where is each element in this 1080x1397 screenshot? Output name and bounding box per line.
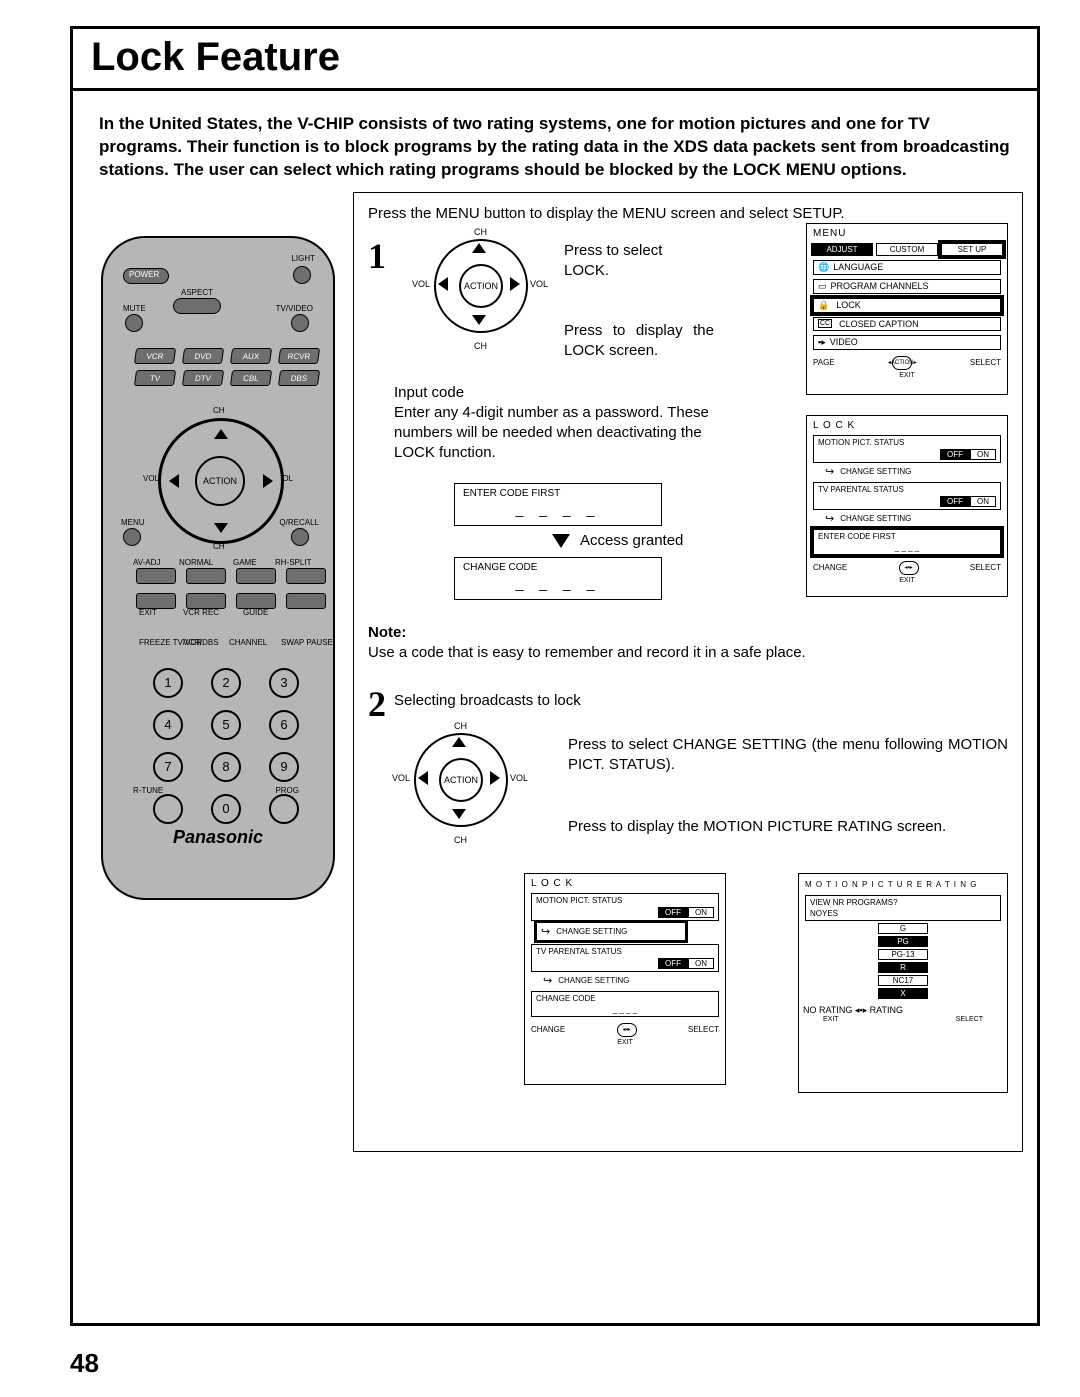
remote-illustration: POWER LIGHT ASPECT MUTE TV/VIDEO VCRDVDA… — [101, 236, 335, 900]
tvvideo-label: TV/VIDEO — [276, 304, 313, 313]
source-row-1: VCRDVDAUXRCVR — [135, 348, 319, 364]
fn-game: GAME — [233, 558, 257, 567]
access-granted: Access granted — [580, 532, 683, 549]
input-code-header: Input code — [394, 383, 464, 403]
fn-vcrdbs: VCR/DBS — [183, 638, 219, 647]
aspect-label: ASPECT — [181, 288, 213, 297]
step-2-number: 2 — [368, 683, 386, 725]
power-label: POWER — [129, 270, 159, 279]
mute-label: MUTE — [123, 304, 146, 313]
step2-text-a: Press to select CHANGE SETTING (the menu… — [568, 735, 1008, 776]
fn-exit: EXIT — [139, 608, 157, 617]
fn-grid — [136, 568, 326, 611]
note-label: Note: — [368, 624, 406, 641]
osd-item-video: ▪▸VIDEO — [813, 335, 1001, 350]
fn-guide: GUIDE — [243, 608, 268, 617]
osd-item-lock: LOCK — [813, 298, 1001, 313]
mute-button — [125, 314, 143, 332]
enter-code-box: ENTER CODE FIRST _ _ _ _ — [454, 483, 662, 526]
osd-item-language: 🌐LANGUAGE — [813, 260, 1001, 275]
fn-avadj: AV-ADJ — [133, 558, 160, 567]
light-label: LIGHT — [291, 254, 315, 263]
rtune-label: R-TUNE — [133, 786, 163, 795]
nav-ch-top: CH — [213, 406, 225, 415]
dpad-illustration-2: CH VOL VOL CH ACTION — [394, 723, 524, 843]
step2-line: Selecting broadcasts to lock — [394, 691, 581, 711]
osd-rating: M O T I O N P I C T U R E R A T I N G VI… — [798, 873, 1008, 1093]
fn-channel: CHANNEL — [229, 638, 267, 647]
fn-normal: NORMAL — [179, 558, 213, 567]
tvvideo-button — [291, 314, 309, 332]
source-row-2: TVDTVCBLDBS — [135, 370, 319, 386]
panel-top-line: Press the MENU button to display the MEN… — [368, 205, 1008, 222]
step1-text-b: Press to display the LOCK screen. — [564, 321, 714, 362]
step-1-number: 1 — [368, 235, 386, 277]
nav-vol-left: VOL — [143, 474, 159, 483]
light-button — [293, 266, 311, 284]
page-number: 48 — [70, 1348, 99, 1379]
osd-lock-2: L O C K MOTION PICT. STATUS OFFON ↪CHANG… — [524, 873, 726, 1085]
step1-text-a: Press to select LOCK. — [564, 241, 704, 282]
osd-item-program: ▭PROGRAM CHANNELS — [813, 279, 1001, 294]
note-body: Use a code that is easy to remember and … — [368, 644, 806, 661]
menu-button — [123, 528, 141, 546]
osd-item-cc: CLOSED CAPTION — [813, 317, 1001, 331]
nav-icon: ◂ACTION▸ — [892, 356, 912, 370]
step2-text-b: Press to display the MOTION PICTURE RATI… — [568, 817, 1008, 837]
dpad-illustration-1: CH VOL VOL CH ACTION — [414, 229, 544, 349]
prog-label: PROG — [275, 786, 299, 795]
remote-brand: Panasonic — [103, 827, 333, 848]
page-title: Lock Feature — [91, 35, 340, 79]
aspect-button — [173, 298, 221, 314]
fn-rhsplit: RH-SPLIT — [275, 558, 311, 567]
recall-button — [291, 528, 309, 546]
recall-label: Q/RECALL — [279, 518, 319, 527]
menu-label: MENU — [121, 518, 145, 527]
intro-paragraph: In the United States, the V-CHIP consist… — [73, 91, 1037, 192]
input-code-body: Enter any 4-digit number as a password. … — [394, 403, 714, 464]
nav-action: ACTION — [195, 456, 245, 506]
osd-lock-1: L O C K MOTION PICT. STATUS OFFON ↪CHANG… — [806, 415, 1008, 597]
down-arrow-icon — [552, 534, 570, 548]
change-code-box: CHANGE CODE _ _ _ _ — [454, 557, 662, 600]
fn-vcrrec: VCR REC — [183, 608, 219, 617]
numpad: 123 456 789 0 — [153, 668, 309, 824]
osd-menu: MENU ADJUST CUSTOM SET UP 🌐LANGUAGE ▭PRO… — [806, 223, 1008, 395]
instruction-panel: Press the MENU button to display the MEN… — [353, 192, 1023, 1152]
fn-swap: SWAP PAUSE — [281, 638, 333, 647]
